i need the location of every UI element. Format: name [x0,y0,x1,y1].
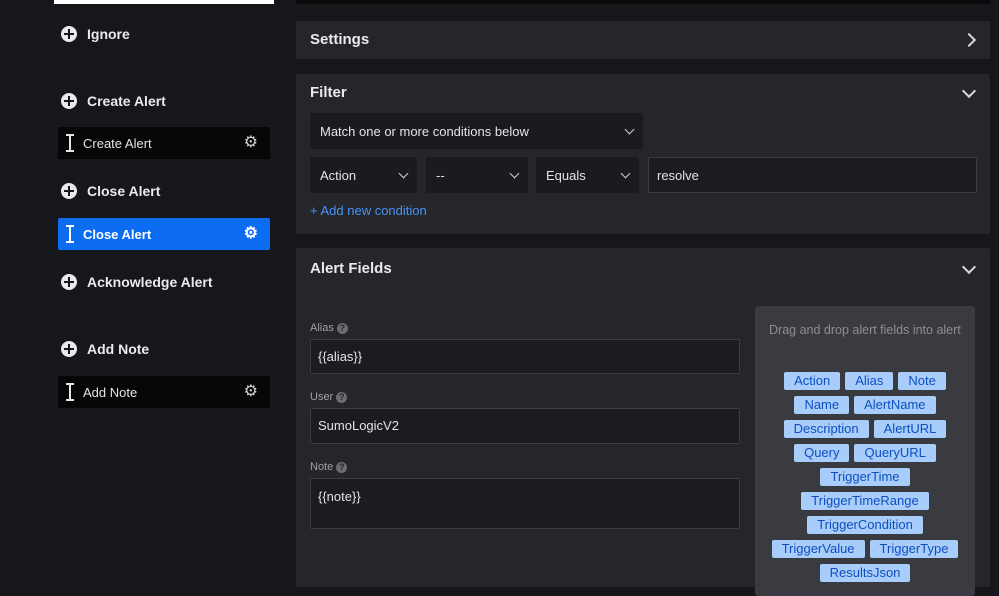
action-header-label: Add Note [87,341,150,357]
action-header-label: Close Alert [87,183,161,199]
action-header-add-note[interactable]: Add Note [61,341,149,357]
user-input[interactable]: SumoLogicV2 [310,408,740,444]
alert-fields-palette: Drag and drop alert fields into alert Ac… [755,306,975,596]
question-circle-icon[interactable]: ? [336,322,348,334]
note-label: Note ? [310,461,348,473]
filter-title: Filter [310,84,347,101]
plus-circle-icon[interactable] [61,341,77,357]
field-chip[interactable]: Note [898,372,946,390]
condition-operator-select[interactable]: Equals [536,157,639,193]
action-header-create-alert[interactable]: Create Alert [61,93,166,109]
field-chip[interactable]: Action [784,372,841,390]
chevron-down-icon [398,168,409,178]
condition-field-select[interactable]: Action [310,157,417,193]
action-item-close-alert[interactable]: Close Alert ⚙ [58,218,270,250]
plus-circle-icon[interactable] [61,183,77,199]
condition-value-input[interactable]: resolve [648,157,977,193]
chevron-down-icon[interactable] [961,83,977,99]
match-mode-value: Match one or more conditions below [320,123,529,139]
action-item-create-alert[interactable]: Create Alert ⚙ [58,127,270,159]
action-header-close-alert[interactable]: Close Alert [61,183,160,199]
add-condition-link[interactable]: + Add new condition [310,203,427,218]
action-item-label: Add Note [83,384,138,400]
condition-not-select[interactable]: -- [426,157,528,193]
field-chip[interactable]: Alias [845,372,894,390]
note-value: {{note}} [318,489,361,504]
alert-fields-title: Alert Fields [310,260,392,277]
plus-circle-icon[interactable] [61,93,77,109]
plus-circle-icon[interactable] [61,274,77,290]
action-header-ignore[interactable]: Ignore [61,26,130,42]
top-divider [296,0,990,4]
match-mode-select[interactable]: Match one or more conditions below [310,113,643,149]
question-circle-icon[interactable]: ? [336,391,348,403]
gear-icon[interactable]: ⚙ [244,135,258,151]
plus-circle-icon[interactable] [61,26,77,42]
settings-title: Settings [310,31,370,48]
question-circle-icon[interactable]: ? [336,461,348,473]
action-item-label: Close Alert [83,226,152,242]
condition-value-text: resolve [657,167,699,183]
action-header-acknowledge-alert[interactable]: Acknowledge Alert [61,274,213,290]
field-chip[interactable]: Description [783,420,869,438]
chevron-right-icon[interactable] [961,32,977,48]
dnd-hint: Drag and drop alert fields into alert [769,323,961,337]
action-item-label: Create Alert [83,135,152,151]
field-chip[interactable]: AlertName [854,396,936,414]
actions-sidebar [0,0,296,587]
field-chip[interactable]: TriggerTimeRange [801,492,929,510]
sidebar-top-bar [54,0,274,4]
note-label-text: Note [310,461,334,473]
action-header-label: Create Alert [87,93,166,109]
field-chip[interactable]: TriggerTime [820,468,910,486]
settings-panel[interactable]: Settings [296,21,990,59]
alias-label: Alias ? [310,322,348,334]
action-header-label: Ignore [87,26,130,42]
gear-icon[interactable]: ⚙ [244,226,258,242]
gear-icon[interactable]: ⚙ [244,384,258,400]
action-header-label: Acknowledge Alert [87,274,213,290]
chevron-down-icon [624,124,635,134]
user-label-text: User [310,391,334,403]
drag-handle-icon[interactable] [66,383,74,401]
drag-handle-icon[interactable] [66,225,74,243]
field-chip[interactable]: AlertURL [873,420,947,438]
user-value: SumoLogicV2 [318,418,399,433]
note-textarea[interactable]: {{note}} [310,478,740,529]
field-chip[interactable]: QueryURL [854,444,936,462]
alias-label-text: Alias [310,322,334,334]
user-label: User ? [310,391,348,403]
alias-input[interactable]: {{alias}} [310,339,740,374]
chevron-down-icon [509,168,520,178]
field-chip[interactable]: TriggerCondition [807,516,923,534]
alias-value: {{alias}} [318,349,363,364]
condition-operator-value: Equals [546,167,586,183]
condition-not-value: -- [436,167,445,183]
filter-panel: Filter Match one or more conditions belo… [296,74,990,234]
field-chip[interactable]: TriggerType [869,540,959,558]
chevron-down-icon[interactable] [961,259,977,275]
field-chip[interactable]: Query [794,444,850,462]
field-chips: Action Alias Note Name AlertName Description A… [763,372,967,582]
condition-field-value: Action [320,167,357,183]
field-chip[interactable]: ResultsJson [819,564,911,582]
chevron-down-icon [620,168,631,178]
field-chip[interactable]: TriggerValue [771,540,865,558]
drag-handle-icon[interactable] [66,134,74,152]
field-chip[interactable]: Name [794,396,850,414]
action-item-add-note[interactable]: Add Note ⚙ [58,376,270,408]
